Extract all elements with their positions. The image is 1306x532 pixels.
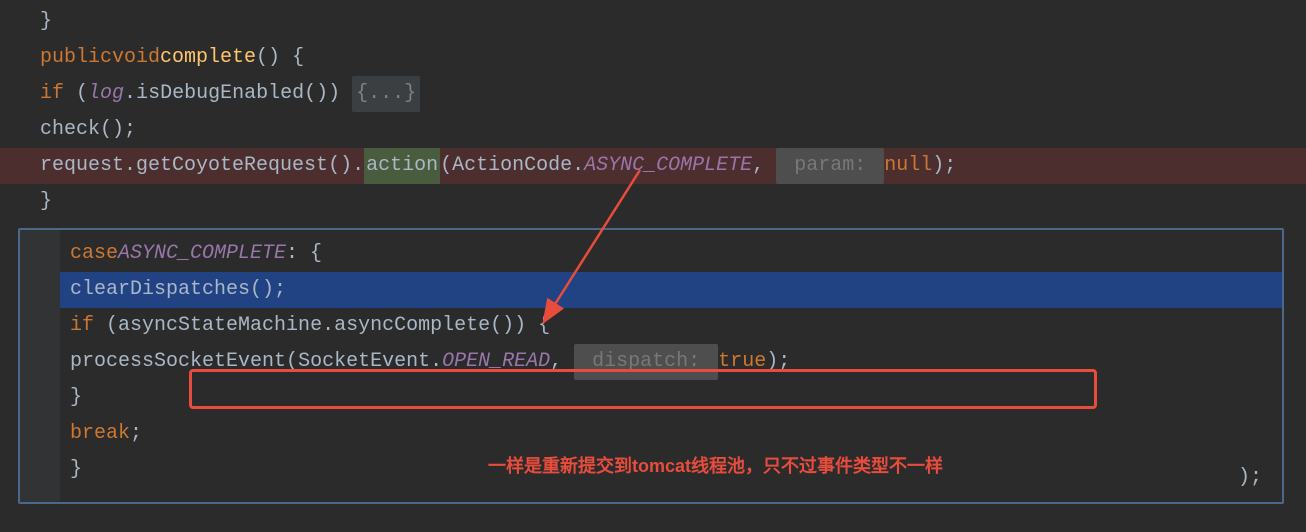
dot: .: [572, 148, 584, 184]
param-hint: param:: [776, 148, 884, 184]
keyword-if: if: [70, 308, 94, 344]
code-line: }: [40, 184, 1306, 220]
variable-log: log: [88, 76, 124, 112]
enum-value: ASYNC_COMPLETE: [584, 148, 752, 184]
close-brace: }: [40, 184, 52, 220]
dot: .: [322, 308, 334, 344]
close-brace: }: [40, 4, 52, 40]
open-brace: {: [280, 40, 304, 76]
code-line: if (log.isDebugEnabled()) {...}: [40, 76, 1306, 112]
close-brace: }: [70, 452, 82, 488]
code-editor: } public void complete() { if (log.isDeb…: [0, 0, 1306, 220]
keyword-void: void: [112, 40, 160, 76]
variable: asyncStateMachine: [118, 308, 322, 344]
popup-selected-line[interactable]: clearDispatches();: [60, 272, 1282, 308]
colon-brace: : {: [286, 236, 322, 272]
paren-close-brace: ()) {: [490, 308, 550, 344]
keyword-if: if: [40, 76, 64, 112]
code-line: check();: [40, 112, 1306, 148]
annotation-box: [189, 369, 1097, 409]
parens-semi: ();: [250, 272, 286, 308]
method-call: check: [40, 112, 100, 148]
comma: ,: [752, 148, 776, 184]
variable: request: [40, 148, 124, 184]
method-call: isDebugEnabled: [136, 76, 304, 112]
paren-close: ()): [304, 76, 352, 112]
keyword-break: break: [70, 416, 130, 452]
semicolon: ;: [130, 416, 142, 452]
code-line: public void complete() {: [40, 40, 1306, 76]
dot: .: [124, 76, 136, 112]
keyword-public: public: [40, 40, 112, 76]
paren-open: (: [94, 308, 118, 344]
trailing-chars: );: [1238, 460, 1262, 496]
popup-code-line: case ASYNC_COMPLETE: {: [70, 236, 1282, 272]
paren-open: (: [440, 148, 452, 184]
method-call: asyncComplete: [334, 308, 490, 344]
popup-gutter: [20, 230, 60, 502]
code-fold[interactable]: {...}: [352, 76, 420, 112]
close-brace: }: [70, 380, 82, 416]
method-call: getCoyoteRequest: [136, 148, 328, 184]
paren-open: (: [64, 76, 88, 112]
method-name: complete: [160, 40, 256, 76]
popup-code-line: if (asyncStateMachine.asyncComplete()) {: [70, 308, 1282, 344]
annotation-text: 一样是重新提交到tomcat线程池，只不过事件类型不一样: [488, 450, 943, 482]
method-call: clearDispatches: [70, 272, 250, 308]
popup-code-line: break;: [70, 416, 1282, 452]
method-action-highlighted: action: [364, 148, 440, 184]
keyword-case: case: [70, 236, 118, 272]
class-name: ActionCode: [452, 148, 572, 184]
code-line: }: [40, 4, 1306, 40]
paren-close-semi: );: [932, 148, 956, 184]
dot: .: [124, 148, 136, 184]
parens-semi: ();: [100, 112, 136, 148]
parens-dot: ().: [328, 148, 364, 184]
parens: (): [256, 40, 280, 76]
code-line-highlighted: request.getCoyoteRequest().action(Action…: [0, 148, 1306, 184]
keyword-null: null: [884, 148, 932, 184]
enum-value: ASYNC_COMPLETE: [118, 236, 286, 272]
